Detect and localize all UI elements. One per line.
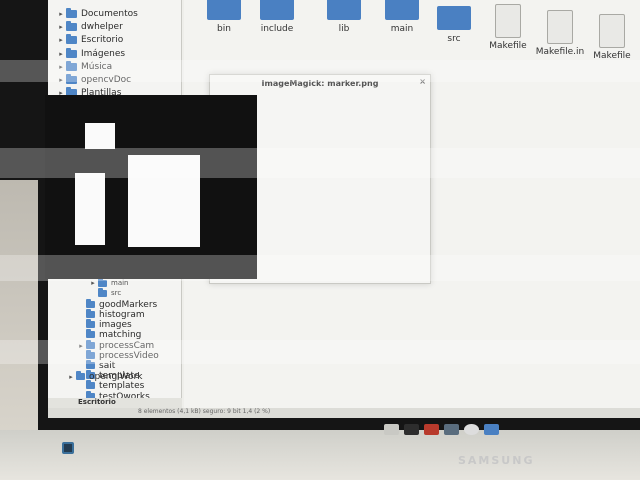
folder-icon <box>66 7 77 18</box>
close-icon[interactable]: × <box>419 77 426 86</box>
status-bar: 8 elementos (4,1 kB) seguro: 9 bit 1,4 (… <box>48 408 640 418</box>
marker-cell <box>128 155 200 247</box>
folder-icon <box>66 73 77 84</box>
file-item-main[interactable]: main <box>372 0 432 34</box>
folder-icon[interactable] <box>484 424 499 435</box>
marker-cell <box>85 123 115 149</box>
file-item-makefile-in[interactable]: Makefile.in <box>530 10 590 57</box>
folder-icon <box>437 6 471 30</box>
chevron-right-icon[interactable]: ▸ <box>56 10 66 18</box>
file-label: Makefile.in <box>535 47 585 57</box>
chevron-right-icon[interactable]: ▸ <box>56 23 66 31</box>
folder-icon <box>86 309 95 318</box>
file-label: lib <box>338 24 350 34</box>
document-icon <box>547 10 573 44</box>
folder-icon <box>86 329 95 338</box>
file-item-makefile-2[interactable]: Makefile <box>582 14 640 61</box>
folder-icon <box>86 299 95 308</box>
folder-icon <box>86 380 95 389</box>
app-icon[interactable] <box>444 424 459 435</box>
folder-icon <box>66 60 77 71</box>
folder-icon <box>98 287 107 297</box>
sidebar-item-label: openglWork <box>89 371 143 382</box>
window-titlebar[interactable]: ImageMagick: marker.png × <box>210 75 430 91</box>
folder-icon <box>86 350 95 359</box>
folder-icon <box>385 0 419 20</box>
sidebar-item-label: dwhelper <box>81 21 123 32</box>
folder-icon <box>207 0 241 20</box>
file-label: main <box>390 24 414 34</box>
sidebar-item-m-sica[interactable]: ▸ Música <box>56 60 112 73</box>
sidebar-item-openglwork[interactable]: ▸ openglWork <box>66 370 142 383</box>
document-icon <box>599 14 625 48</box>
system-tray <box>384 424 499 435</box>
file-item-makefile[interactable]: Makefile <box>478 4 538 51</box>
power-button-icon <box>62 442 74 454</box>
chevron-right-icon[interactable]: ▸ <box>66 373 76 381</box>
chevron-right-icon[interactable]: ▸ <box>56 63 66 71</box>
sidebar-item-opencvdoc[interactable]: ▸ opencvDoc <box>56 73 131 86</box>
file-label: src <box>447 34 461 44</box>
folder-icon <box>260 0 294 20</box>
chevron-right-icon[interactable]: ▸ <box>56 36 66 44</box>
sidebar-item-main[interactable]: ▸ main <box>88 277 129 288</box>
folder-icon <box>86 319 95 328</box>
app-icon[interactable] <box>424 424 439 435</box>
sidebar-item-im-genes[interactable]: ▸ Imágenes <box>56 47 125 60</box>
file-item-lib[interactable]: lib <box>314 0 374 34</box>
file-item-include[interactable]: include <box>247 0 307 34</box>
sidebar-item-src[interactable]: src <box>88 287 122 298</box>
sidebar-item-dwhelper[interactable]: ▸ dwhelper <box>56 20 123 33</box>
file-label: Makefile <box>489 41 527 51</box>
folder-icon <box>86 360 95 369</box>
chevron-right-icon[interactable]: ▸ <box>88 279 98 287</box>
sidebar-item-escritorio[interactable]: ▸ Escritorio <box>56 33 123 46</box>
monitor-brand-logo: SAMSUNG <box>458 454 535 467</box>
background-wall <box>0 180 38 440</box>
sidebar-item-label: Música <box>81 61 113 72</box>
file-label: Makefile <box>593 51 631 61</box>
folder-icon <box>76 371 85 380</box>
sidebar-item-label: Escritorio <box>81 34 124 45</box>
chevron-right-icon[interactable]: ▸ <box>56 50 66 58</box>
sidebar-item-label: main <box>111 279 129 287</box>
browser-icon[interactable] <box>464 424 479 435</box>
folder-icon <box>327 0 361 20</box>
file-label: include <box>260 24 294 34</box>
folder-icon <box>98 277 107 287</box>
sidebar-item-label: Documentos <box>81 8 138 19</box>
file-item-src[interactable]: src <box>424 6 484 44</box>
file-item-bin[interactable]: bin <box>194 0 254 34</box>
file-label: bin <box>217 24 231 34</box>
tray-icon[interactable] <box>384 424 399 435</box>
chevron-right-icon[interactable]: ▸ <box>56 76 66 84</box>
document-icon <box>495 4 521 38</box>
folder-icon <box>66 20 77 31</box>
sidebar-item-label: src <box>111 289 122 297</box>
sidebar-item-documentos[interactable]: ▸ Documentos <box>56 7 138 20</box>
aruco-marker-image <box>45 95 257 279</box>
marker-cell <box>75 173 105 245</box>
folder-icon <box>86 340 95 349</box>
folder-icon <box>66 47 77 58</box>
terminal-icon[interactable] <box>404 424 419 435</box>
sidebar-item-label: Imágenes <box>81 48 126 59</box>
sidebar-item-label: opencvDoc <box>81 74 132 85</box>
sidebar-item-label: matching <box>99 329 142 340</box>
desk-surface <box>0 430 640 480</box>
folder-icon <box>66 33 77 44</box>
window-title: ImageMagick: marker.png <box>261 78 379 88</box>
